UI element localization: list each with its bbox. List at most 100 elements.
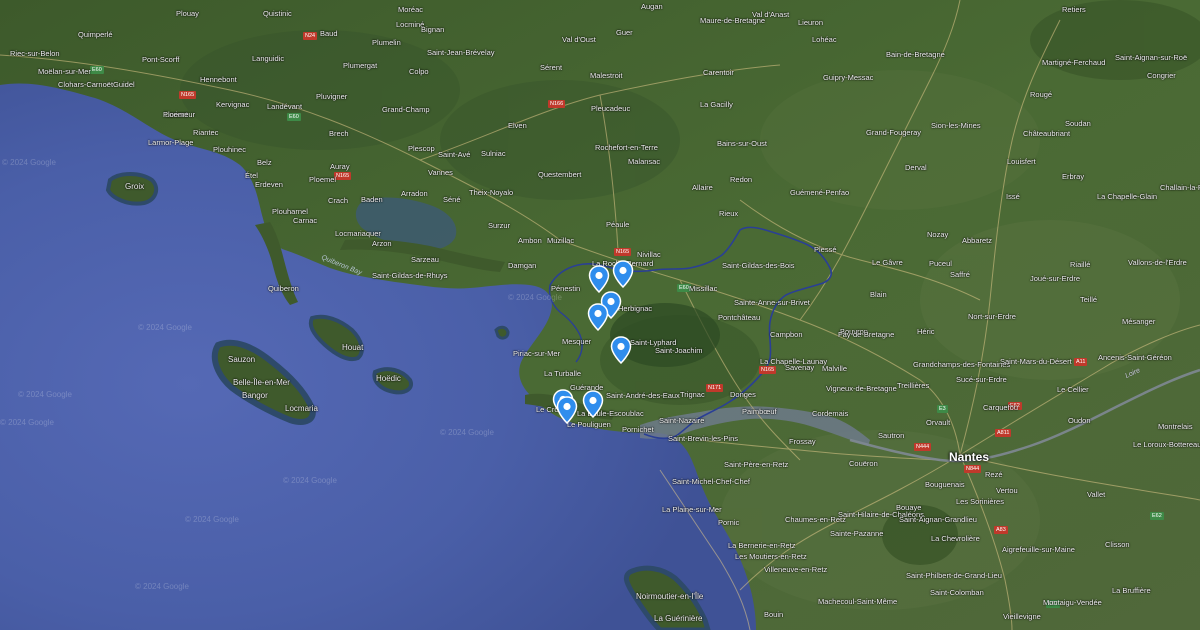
place-label: Herbignac <box>618 304 653 313</box>
place-label: Soudan <box>1065 119 1091 128</box>
place-label: Carnac <box>293 216 318 225</box>
place-label: Pluvigner <box>316 92 348 101</box>
satellite-map[interactable]: © 2024 Google © 2024 Google © 2024 Googl… <box>0 0 1200 630</box>
place-label: Erdeven <box>255 180 283 189</box>
island-dumet <box>494 325 510 340</box>
place-label: Saint-André-des-Eaux <box>606 391 680 400</box>
place-label: Martigné-Ferchaud <box>1042 58 1106 67</box>
place-label: Saint-Aignan-sur-Roë <box>1115 53 1188 62</box>
place-label: La Chapelle-Launay <box>760 357 828 366</box>
place-label: Chaumes-en-Retz <box>785 515 846 524</box>
place-label: Lieuron <box>798 18 824 27</box>
road-shield: N171 <box>706 384 724 392</box>
place-label: Plouharnel <box>272 207 308 216</box>
road-shield: N166 <box>548 100 566 108</box>
place-label: Clisson <box>1105 540 1130 549</box>
road-shield: N165 <box>759 366 777 374</box>
road-shield: N444 <box>914 443 932 451</box>
place-label: La Gacilly <box>700 100 733 109</box>
place-label: Grand-Fougeray <box>866 128 922 137</box>
place-label: Plouhinec <box>213 145 246 154</box>
map-pin-icon[interactable] <box>556 396 578 424</box>
place-label: Carquefou <box>983 403 1019 412</box>
place-label: Sucé-sur-Erdre <box>956 375 1007 384</box>
map-pin-icon[interactable] <box>587 303 609 331</box>
place-label: Orvault <box>926 418 951 427</box>
place-label: Grand-Champ <box>382 105 430 114</box>
place-label: Piriac-sur-Mer <box>513 349 561 358</box>
place-label: Groix <box>125 182 145 191</box>
map-watermark: © 2024 Google <box>18 390 72 399</box>
place-label: Plouay <box>176 9 199 18</box>
place-label: Héric <box>917 327 935 336</box>
place-label: La Plaine-sur-Mer <box>662 505 722 514</box>
map-pin-icon[interactable] <box>588 265 610 293</box>
place-label: Cordemais <box>812 409 849 418</box>
place-label: Languidic <box>252 54 285 63</box>
place-label: Séné <box>443 195 461 204</box>
place-label: Guer <box>616 28 633 37</box>
place-label: Le Cellier <box>1057 385 1089 394</box>
place-label: Le Loroux-Bottereau <box>1133 440 1200 449</box>
map-watermark: © 2024 Google <box>185 515 239 524</box>
place-label: Hoëdic <box>376 374 401 383</box>
place-label: Issé <box>1006 192 1020 201</box>
road-shield: A811 <box>995 429 1012 437</box>
place-label: Saint-Gildas-des-Bois <box>722 261 795 270</box>
place-label: Rochefort-en-Terre <box>595 143 658 152</box>
place-label: Missillac <box>689 284 718 293</box>
place-label: Les Sorinières <box>956 497 1004 506</box>
place-label: Challain-la-Potherie <box>1160 183 1200 192</box>
map-pin-icon[interactable] <box>612 260 634 288</box>
place-label: La Chevrolière <box>931 534 980 543</box>
road-shield: A83 <box>994 526 1008 534</box>
place-label: Bignan <box>421 25 445 34</box>
map-pin-icon[interactable] <box>582 390 604 418</box>
place-label: Quimperlé <box>78 30 113 39</box>
place-label: Pont-Scorff <box>142 55 180 64</box>
place-label: Teillé <box>1080 295 1098 304</box>
place-label: Vertou <box>996 486 1018 495</box>
place-label: Noirmoutier-en-l'Île <box>636 592 704 601</box>
place-label: Quistinic <box>263 9 292 18</box>
place-label: Fay-de-Bretagne <box>838 330 895 339</box>
road-shield: N165 <box>614 248 632 256</box>
place-label: Nivillac <box>637 250 661 259</box>
place-label: Erbray <box>1062 172 1085 181</box>
place-label: Baden <box>361 195 383 204</box>
map-pin-icon[interactable] <box>610 336 632 364</box>
place-label: Saint-Michel-Chef-Chef <box>672 477 750 486</box>
place-label: Plessé <box>814 245 837 254</box>
place-label: Belle-Île-en-Mer <box>233 378 290 387</box>
place-label: Aigrefeuille-sur-Maine <box>1002 545 1075 554</box>
place-label: Montrelais <box>1158 422 1193 431</box>
place-label: Ploemel <box>309 175 337 184</box>
place-label: Trignac <box>680 390 705 399</box>
place-label: Saint-Nazaire <box>659 416 705 425</box>
place-label: Kervignac <box>216 100 250 109</box>
place-label: Montaigu-Vendée <box>1043 598 1102 607</box>
road-shield: E62 <box>1150 512 1164 520</box>
place-label: Auray <box>330 162 350 171</box>
place-label: Theix-Noyalo <box>469 188 514 197</box>
place-label: Pornic <box>718 518 740 527</box>
place-label: Val d'Oust <box>562 35 596 44</box>
place-label: Guidel <box>113 80 135 89</box>
road-shield: N165 <box>179 91 197 99</box>
place-label: Sautron <box>878 431 905 440</box>
place-label: Congrier <box>1147 71 1176 80</box>
place-label: Augan <box>641 2 663 11</box>
place-label: La Turballe <box>544 369 582 378</box>
map-watermark: © 2024 Google <box>440 428 494 437</box>
place-label: Colpo <box>409 67 429 76</box>
place-label: La Chapelle-Glain <box>1097 192 1158 201</box>
place-label: Châteaubriant <box>1023 129 1071 138</box>
place-label: Vigneux-de-Bretagne <box>826 384 897 393</box>
road-shield: A11 <box>1074 358 1088 366</box>
place-label: Damgan <box>508 261 537 270</box>
road-shield: N24 <box>303 32 318 40</box>
place-label: Sainte-Anne-sur-Brivet <box>734 298 810 307</box>
place-label: Surzur <box>488 221 511 230</box>
road-shield: N165 <box>334 172 352 180</box>
place-label: Locmariaquer <box>335 229 381 238</box>
